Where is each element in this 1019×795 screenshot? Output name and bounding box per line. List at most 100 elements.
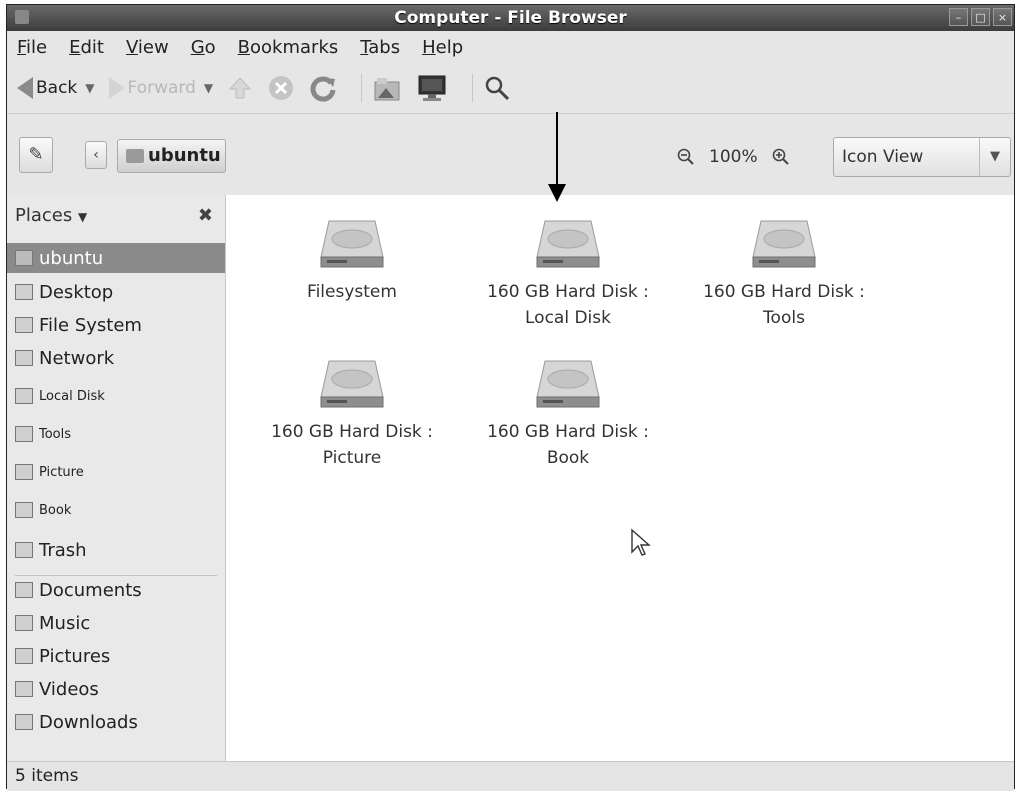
drive-label-secondary: Picture xyxy=(322,448,382,468)
path-back-button[interactable]: ‹ xyxy=(85,141,107,169)
title-bar[interactable]: Computer - File Browser – □ × xyxy=(7,5,1014,31)
sidebar-item[interactable]: Picture xyxy=(7,457,225,487)
desktop-icon xyxy=(15,284,33,300)
sidebar-item[interactable]: Tools xyxy=(7,419,225,449)
sidebar-item[interactable]: Videos xyxy=(7,674,225,704)
zoom-level[interactable]: 100% xyxy=(709,147,758,167)
folder-videos-icon xyxy=(15,681,33,697)
sidebar-item-label: ubuntu xyxy=(39,247,104,269)
drive-item[interactable]: 160 GB Hard Disk : Book xyxy=(468,357,668,471)
back-arrow-icon xyxy=(17,77,33,99)
sidebar-item-label: Picture xyxy=(39,464,84,480)
stop-icon xyxy=(269,76,294,100)
network-icon xyxy=(15,350,33,366)
sidebar-divider xyxy=(15,575,217,576)
close-button[interactable]: × xyxy=(993,8,1012,26)
computer-icon xyxy=(418,75,446,101)
zoom-control: 100% xyxy=(677,147,790,167)
menu-bookmarks[interactable]: Bookmarks xyxy=(238,37,339,58)
search-icon xyxy=(485,76,510,101)
filesystem-icon xyxy=(15,317,33,333)
menu-help[interactable]: Help xyxy=(422,37,463,58)
menu-bar: File Edit View Go Bookmarks Tabs Help xyxy=(7,31,1014,63)
menu-label: elp xyxy=(435,36,464,58)
reload-button[interactable] xyxy=(309,74,337,102)
forward-button[interactable]: Forward ▼ xyxy=(108,77,213,99)
annotation-arrow-head-icon xyxy=(548,184,566,202)
sidebar-item[interactable]: Network xyxy=(7,343,225,373)
menu-label: dit xyxy=(80,36,104,58)
sidebar-item-label: Desktop xyxy=(39,281,114,303)
sidebar-item-label: File System xyxy=(39,314,142,336)
drive-item[interactable]: 160 GB Hard Disk : Local Disk xyxy=(468,217,668,331)
sidebar-item-label: Local Disk xyxy=(39,388,105,404)
forward-arrow-icon xyxy=(108,77,125,99)
computer-button[interactable] xyxy=(416,73,448,103)
sidebar-item[interactable]: Book xyxy=(7,495,225,525)
menu-edit[interactable]: Edit xyxy=(69,37,104,58)
menu-label: ookmarks xyxy=(250,36,339,58)
drive-item[interactable]: Filesystem xyxy=(252,217,452,305)
sidebar-item-label: Tools xyxy=(39,426,72,442)
drive-label: 160 GB Hard Disk : xyxy=(703,282,865,302)
sidebar-item[interactable]: Local Disk xyxy=(7,381,225,411)
sidebar-item[interactable]: Desktop xyxy=(7,277,225,307)
menu-file[interactable]: File xyxy=(17,37,47,58)
sidebar-item-label: Music xyxy=(39,612,91,634)
folder-music-icon xyxy=(15,615,33,631)
folder-pictures-icon xyxy=(15,648,33,664)
home-button[interactable] xyxy=(372,74,402,102)
edit-location-button[interactable]: ✎ xyxy=(19,137,53,173)
drive-label: 160 GB Hard Disk : xyxy=(487,282,649,302)
menu-mnemonic: E xyxy=(69,36,81,58)
drive-item[interactable]: 160 GB Hard Disk : Tools xyxy=(684,217,884,331)
minimize-button[interactable]: – xyxy=(949,8,968,26)
home-icon xyxy=(15,250,33,266)
chevron-down-icon[interactable]: ▼ xyxy=(85,81,94,95)
close-sidebar-icon[interactable]: ✖ xyxy=(198,205,213,226)
drive-icon xyxy=(15,388,33,404)
sidebar-item[interactable]: File System xyxy=(7,310,225,340)
location-bar: ✎ ‹ ubuntu 100% Icon View ▼ xyxy=(7,117,1014,195)
sidebar-item[interactable]: Documents xyxy=(7,575,225,605)
breadcrumb-ubuntu[interactable]: ubuntu xyxy=(117,139,226,173)
sidebar-item-label: Network xyxy=(39,347,115,369)
sidebar-item-label: Downloads xyxy=(39,711,138,733)
menu-tabs[interactable]: Tabs xyxy=(360,37,400,58)
mouse-cursor-icon xyxy=(631,528,651,556)
zoom-out-icon[interactable] xyxy=(677,148,695,166)
trash-icon xyxy=(15,542,33,558)
file-browser-window: Computer - File Browser – □ × File Edit … xyxy=(6,4,1015,791)
sidebar-item-label: Trash xyxy=(39,539,87,561)
forward-label: Forward xyxy=(127,78,196,98)
maximize-button[interactable]: □ xyxy=(971,8,990,26)
menu-view[interactable]: View xyxy=(126,37,169,58)
drive-item[interactable]: 160 GB Hard Disk : Picture xyxy=(252,357,452,471)
sidebar-item[interactable]: Downloads xyxy=(7,707,225,737)
view-select[interactable]: Icon View ▼ xyxy=(833,137,1011,177)
up-button[interactable] xyxy=(227,75,253,101)
sidebar-item-label: Book xyxy=(39,502,72,518)
sidebar-item-label: Videos xyxy=(39,678,99,700)
chevron-down-icon: ▼ xyxy=(979,138,1010,176)
sidebar-item[interactable]: ubuntu xyxy=(7,243,225,273)
search-button[interactable] xyxy=(483,74,511,102)
sidebar-item[interactable]: Pictures xyxy=(7,641,225,671)
sidebar-item[interactable]: Trash xyxy=(7,535,225,565)
window-title: Computer - File Browser xyxy=(394,8,627,28)
stop-button[interactable] xyxy=(267,74,295,102)
toolbar: Back ▼ Forward ▼ xyxy=(7,63,1014,114)
back-button[interactable]: Back ▼ xyxy=(17,77,95,99)
drive-icon xyxy=(15,426,33,442)
chevron-down-icon[interactable]: ▼ xyxy=(204,81,213,95)
hard-disk-icon xyxy=(536,220,600,268)
menu-go[interactable]: Go xyxy=(191,37,216,58)
sidebar-item[interactable]: Music xyxy=(7,608,225,638)
menu-label: ile xyxy=(26,36,48,58)
hard-disk-icon xyxy=(752,220,816,268)
zoom-in-icon[interactable] xyxy=(772,148,790,166)
places-header[interactable]: Places ▼ xyxy=(15,205,87,226)
drive-label: Filesystem xyxy=(307,282,397,302)
folder-downloads-icon xyxy=(15,714,33,730)
hard-disk-icon xyxy=(536,360,600,408)
